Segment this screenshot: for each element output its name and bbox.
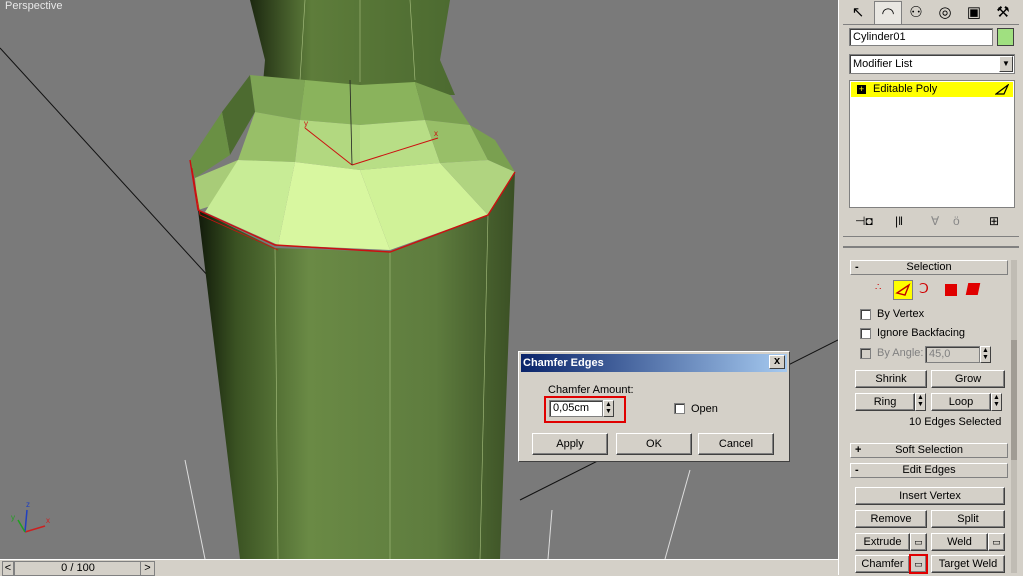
configure-modifier-sets-icon[interactable]: ⊞ [989, 214, 999, 228]
grow-button[interactable]: Grow [931, 370, 1005, 388]
object-color-swatch[interactable] [997, 28, 1014, 46]
remove-modifier-icon[interactable]: ö [953, 214, 960, 228]
chamfer-amount-label: Chamfer Amount: [548, 384, 634, 396]
ignore-backfacing-checkbox[interactable] [860, 328, 871, 339]
chamfer-amount-highlight [544, 396, 626, 423]
border-mode-icon[interactable]: Ↄ [919, 280, 929, 297]
shrink-button[interactable]: Shrink [855, 370, 927, 388]
loop-button[interactable]: Loop [931, 393, 991, 411]
chevron-down-icon[interactable]: ▼ [999, 56, 1013, 72]
ok-button[interactable]: OK [616, 433, 692, 455]
close-button[interactable]: x [769, 355, 785, 369]
perspective-viewport[interactable]: y x x z y Perspective [0, 0, 838, 559]
modify-icon[interactable]: ◠ [874, 1, 902, 24]
stack-item-editable-poly[interactable]: + Editable Poly [851, 82, 1013, 97]
svg-text:z: z [26, 500, 30, 509]
modifier-list-dropdown[interactable]: Modifier List ▼ [849, 54, 1015, 74]
remove-button[interactable]: Remove [855, 510, 927, 528]
object-name-field[interactable]: Cylinder01 [849, 28, 993, 46]
time-slider-prev-button[interactable]: < [2, 561, 14, 576]
svg-text:x: x [434, 129, 438, 138]
selection-rollout-header[interactable]: - Selection [850, 260, 1008, 275]
close-icon: x [773, 355, 781, 367]
time-slider-next-button[interactable]: > [140, 561, 155, 576]
split-button[interactable]: Split [931, 510, 1005, 528]
svg-text:y: y [304, 119, 308, 128]
vertex-mode-icon[interactable]: ∴ [875, 282, 881, 293]
panel-scrollbar-thumb[interactable] [1011, 340, 1017, 460]
utilities-icon[interactable]: ⚒ [990, 1, 1016, 23]
target-weld-button[interactable]: Target Weld [931, 555, 1005, 573]
edge-mode-button[interactable] [893, 280, 913, 300]
chamfer-button[interactable]: Chamfer [855, 555, 910, 573]
edge-mode-icon [895, 283, 911, 296]
by-angle-spinner[interactable]: ▲ ▼ [980, 346, 991, 363]
frame-counter: 0 / 100 [61, 562, 95, 574]
by-angle-checkbox[interactable] [860, 348, 871, 359]
weld-button[interactable]: Weld [931, 533, 988, 551]
loop-spinner[interactable]: ▲ ▼ [991, 393, 1002, 411]
chamfer-settings-highlight [909, 554, 928, 574]
hierarchy-icon[interactable]: ⚇ [903, 1, 929, 23]
display-icon[interactable]: ▣ [961, 1, 987, 23]
by-vertex-checkbox[interactable] [860, 309, 871, 320]
modifier-stack: + Editable Poly [849, 80, 1015, 208]
expand-plus-icon[interactable]: + [857, 85, 866, 94]
ring-spinner[interactable]: ▲ ▼ [915, 393, 926, 411]
extrude-button[interactable]: Extrude [855, 533, 910, 551]
chamfer-edges-dialog: Chamfer Edges x Chamfer Amount: 0,05cm ▲… [518, 351, 790, 462]
by-angle-input[interactable]: 45,0 [925, 346, 980, 363]
create-icon[interactable]: ↖ [845, 1, 871, 23]
dialog-title: Chamfer Edges [523, 357, 604, 369]
svg-text:y: y [11, 513, 15, 522]
bottle-mesh: y x x z y [0, 0, 838, 559]
time-slider-thumb[interactable]: 0 / 100 [14, 561, 142, 576]
panel-scrollbar[interactable] [1011, 260, 1017, 573]
selection-status: 10 Edges Selected [909, 416, 1002, 428]
insert-vertex-button[interactable]: Insert Vertex [855, 487, 1005, 505]
pin-stack-icon[interactable]: ⊣◘ [855, 214, 873, 228]
polygon-mode-icon[interactable] [945, 284, 957, 296]
edit-edges-rollout-header[interactable]: - Edit Edges [850, 463, 1008, 478]
extrude-settings-button[interactable]: ▭ [910, 533, 927, 551]
dialog-title-bar[interactable]: Chamfer Edges [521, 354, 787, 372]
weld-settings-button[interactable]: ▭ [988, 533, 1005, 551]
make-unique-icon[interactable]: ∀ [931, 214, 939, 228]
show-end-result-icon[interactable]: |‖ [895, 214, 903, 228]
ring-button[interactable]: Ring [855, 393, 915, 411]
viewport-label[interactable]: Perspective [5, 0, 62, 12]
svg-text:x: x [46, 516, 50, 525]
settings-window-icon: ▭ [992, 537, 1001, 547]
open-checkbox[interactable] [674, 403, 685, 414]
cancel-button[interactable]: Cancel [698, 433, 774, 455]
edge-subobject-icon [995, 84, 1009, 95]
command-panel: ↖ ◠ ⚇ ◎ ▣ ⚒ Cylinder01 Modifier List ▼ + Edit… [838, 0, 1023, 575]
settings-window-icon: ▭ [914, 537, 923, 547]
time-slider-bar: < 0 / 100 > [0, 559, 838, 576]
element-mode-icon[interactable] [965, 283, 981, 295]
soft-selection-rollout-header[interactable]: + Soft Selection [850, 443, 1008, 458]
apply-button[interactable]: Apply [532, 433, 608, 455]
motion-icon[interactable]: ◎ [932, 1, 958, 23]
